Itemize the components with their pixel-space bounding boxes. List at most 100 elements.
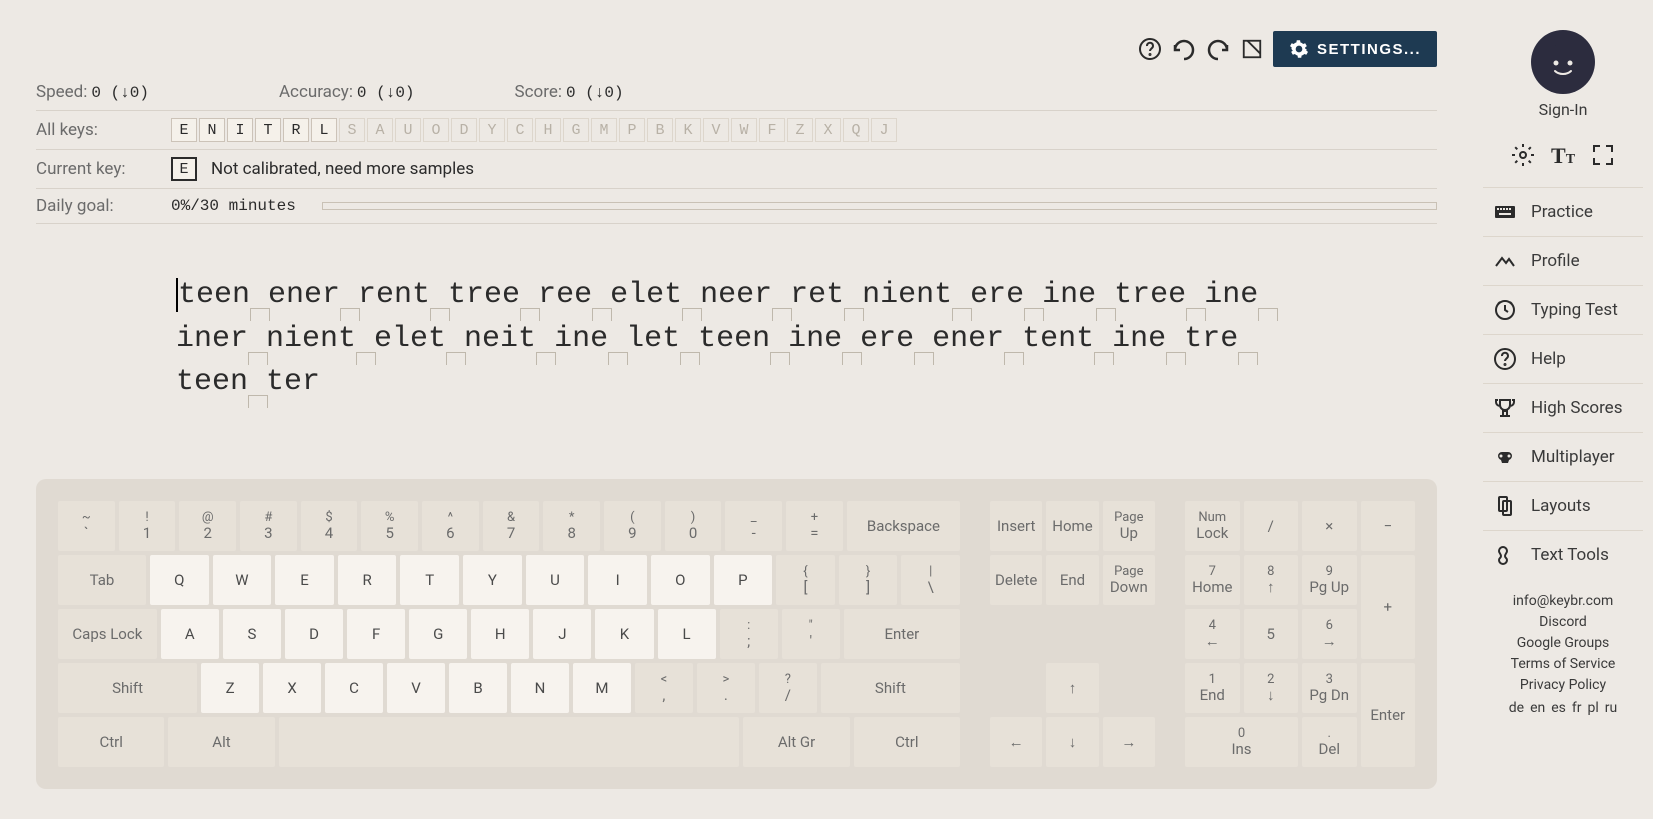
key[interactable]: <, xyxy=(635,663,693,713)
key[interactable]: S xyxy=(223,609,281,659)
key[interactable]: C xyxy=(325,663,383,713)
key-chip[interactable]: N xyxy=(199,118,225,142)
alt-key[interactable]: Alt xyxy=(168,717,274,767)
key-chip[interactable]: L xyxy=(311,118,337,142)
key[interactable]: !1 xyxy=(119,501,176,551)
key[interactable]: Delete xyxy=(990,555,1042,605)
avatar[interactable] xyxy=(1531,30,1595,94)
key[interactable]: Y xyxy=(463,555,522,605)
key[interactable]: × xyxy=(1302,501,1357,551)
key[interactable]: M xyxy=(573,663,631,713)
gear-icon[interactable] xyxy=(1511,143,1535,167)
nav-item[interactable]: Layouts xyxy=(1483,481,1643,530)
footer-link[interactable]: info@keybr.com xyxy=(1511,591,1616,612)
key[interactable]: 0Ins xyxy=(1185,717,1298,767)
nav-item[interactable]: High Scores xyxy=(1483,383,1643,432)
arrow-up-key[interactable]: ↑ xyxy=(1046,663,1098,713)
arrow-right-key[interactable]: → xyxy=(1103,717,1155,767)
shift-key[interactable]: Shift xyxy=(821,663,960,713)
key[interactable]: V xyxy=(387,663,445,713)
ctrl-key[interactable]: Ctrl xyxy=(854,717,960,767)
lang-link[interactable]: es xyxy=(1551,700,1566,716)
key[interactable]: N xyxy=(511,663,569,713)
footer-link[interactable]: Terms of Service xyxy=(1511,654,1616,675)
key[interactable]: %5 xyxy=(361,501,418,551)
nav-item[interactable]: Multiplayer xyxy=(1483,432,1643,481)
key-chip[interactable]: Z xyxy=(787,118,813,142)
lang-link[interactable]: en xyxy=(1530,700,1545,716)
key[interactable]: 3Pg Dn xyxy=(1302,663,1357,713)
shift-key[interactable]: Shift xyxy=(58,663,197,713)
key[interactable]: @2 xyxy=(179,501,236,551)
key[interactable]: 9Pg Up xyxy=(1302,555,1357,605)
key[interactable]: "' xyxy=(782,609,840,659)
key-chip[interactable]: C xyxy=(507,118,533,142)
key[interactable]: − xyxy=(1361,501,1416,551)
key[interactable]: Q xyxy=(150,555,209,605)
key[interactable]: 7Home xyxy=(1185,555,1240,605)
space-key[interactable] xyxy=(279,717,740,767)
backspace-key[interactable]: Backspace xyxy=(847,501,960,551)
key[interactable]: 4← xyxy=(1185,609,1240,659)
tab-key[interactable]: Tab xyxy=(58,555,146,605)
altgr-key[interactable]: Alt Gr xyxy=(743,717,849,767)
key[interactable]: {[ xyxy=(776,555,835,605)
key[interactable]: E xyxy=(275,555,334,605)
undo-icon[interactable] xyxy=(1171,36,1197,62)
key[interactable]: )0 xyxy=(665,501,722,551)
nav-item[interactable]: Help xyxy=(1483,334,1643,383)
key-chip[interactable]: X xyxy=(815,118,841,142)
key[interactable]: I xyxy=(588,555,647,605)
footer-link[interactable]: Discord xyxy=(1511,612,1616,633)
key[interactable]: *8 xyxy=(543,501,600,551)
key[interactable]: ^6 xyxy=(422,501,479,551)
key-chip[interactable]: V xyxy=(703,118,729,142)
key[interactable]: D xyxy=(285,609,343,659)
key[interactable]: R xyxy=(338,555,397,605)
key[interactable]: &7 xyxy=(483,501,540,551)
key[interactable]: End xyxy=(1046,555,1098,605)
key[interactable]: _- xyxy=(725,501,782,551)
key-chip[interactable]: H xyxy=(535,118,561,142)
key[interactable]: U xyxy=(526,555,585,605)
key[interactable]: 5 xyxy=(1244,609,1299,659)
key[interactable]: F xyxy=(347,609,405,659)
key[interactable]: += xyxy=(786,501,843,551)
key[interactable]: K xyxy=(595,609,653,659)
key[interactable]: ?/ xyxy=(759,663,817,713)
key[interactable]: .Del xyxy=(1302,717,1357,767)
footer-link[interactable]: Google Groups xyxy=(1511,633,1616,654)
key-chip[interactable]: U xyxy=(395,118,421,142)
key[interactable]: PageUp xyxy=(1103,501,1155,551)
key-chip[interactable]: P xyxy=(619,118,645,142)
key[interactable]: ~` xyxy=(58,501,115,551)
key[interactable]: B xyxy=(449,663,507,713)
footer-link[interactable]: Privacy Policy xyxy=(1511,675,1616,696)
key[interactable]: P xyxy=(714,555,773,605)
key-chip[interactable]: O xyxy=(423,118,449,142)
key-chip[interactable]: B xyxy=(647,118,673,142)
key[interactable]: L xyxy=(658,609,716,659)
key-chip[interactable]: F xyxy=(759,118,785,142)
typing-text[interactable]: teenenerrenttreereeeletneerretnienterein… xyxy=(36,224,1437,445)
key[interactable]: J xyxy=(533,609,591,659)
key[interactable]: (9 xyxy=(604,501,661,551)
key-chip[interactable]: Y xyxy=(479,118,505,142)
expand-icon[interactable] xyxy=(1591,143,1615,167)
help-icon[interactable] xyxy=(1137,36,1163,62)
key-chip[interactable]: I xyxy=(227,118,253,142)
key[interactable]: W xyxy=(213,555,272,605)
key[interactable]: 1End xyxy=(1185,663,1240,713)
key[interactable]: 2↓ xyxy=(1244,663,1299,713)
numlock-key[interactable]: NumLock xyxy=(1185,501,1240,551)
key[interactable]: G xyxy=(409,609,467,659)
ctrl-key[interactable]: Ctrl xyxy=(58,717,164,767)
arrow-left-key[interactable]: ← xyxy=(990,717,1042,767)
nav-item[interactable]: Typing Test xyxy=(1483,285,1643,334)
key-chip[interactable]: E xyxy=(171,118,197,142)
fullscreen-icon[interactable] xyxy=(1239,36,1265,62)
key[interactable]: T xyxy=(400,555,459,605)
plus-key[interactable]: + xyxy=(1361,555,1416,659)
nav-item[interactable]: Practice xyxy=(1483,187,1643,236)
key[interactable]: $4 xyxy=(301,501,358,551)
